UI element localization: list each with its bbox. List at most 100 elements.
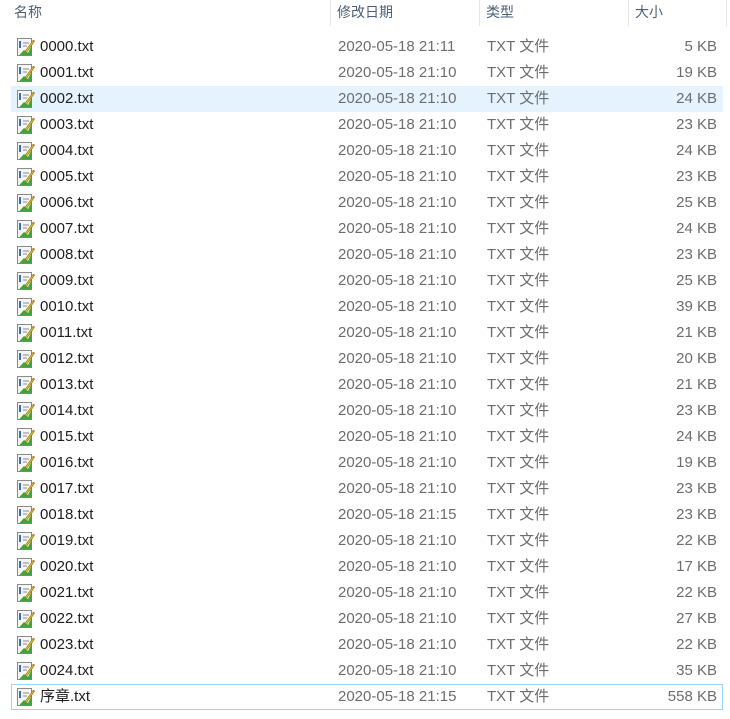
file-name: 0023.txt (40, 636, 94, 653)
file-name: 0014.txt (40, 402, 94, 419)
file-date-modified: 2020-05-18 21:10 (338, 376, 457, 393)
column-header-type[interactable]: 类型 (480, 0, 629, 26)
text-file-icon (15, 219, 35, 239)
file-row[interactable]: 0001.txt 2020-05-18 21:10 TXT 文件 19 KB (11, 60, 723, 86)
file-row[interactable]: 0002.txt 2020-05-18 21:10 TXT 文件 24 KB (11, 86, 723, 112)
text-file-icon (15, 193, 35, 213)
file-date-modified: 2020-05-18 21:10 (338, 194, 457, 211)
file-row[interactable]: 0013.txt 2020-05-18 21:10 TXT 文件 21 KB (11, 372, 723, 398)
file-date-modified: 2020-05-18 21:10 (338, 142, 457, 159)
file-name: 0020.txt (40, 558, 94, 575)
text-file-icon (15, 115, 35, 135)
file-type: TXT 文件 (487, 194, 550, 211)
file-row[interactable]: 0015.txt 2020-05-18 21:10 TXT 文件 24 KB (11, 424, 723, 450)
file-size: 24 KB (676, 428, 717, 445)
file-row[interactable]: 0019.txt 2020-05-18 21:10 TXT 文件 22 KB (11, 528, 723, 554)
file-size: 25 KB (676, 194, 717, 211)
file-date-modified: 2020-05-18 21:10 (338, 454, 457, 471)
text-file-icon (15, 531, 35, 551)
file-row[interactable]: 0008.txt 2020-05-18 21:10 TXT 文件 23 KB (11, 242, 723, 268)
file-row[interactable]: 0000.txt 2020-05-18 21:11 TXT 文件 5 KB (11, 34, 723, 60)
file-size: 24 KB (676, 142, 717, 159)
file-date-modified: 2020-05-18 21:10 (338, 116, 457, 133)
file-date-modified: 2020-05-18 21:10 (338, 168, 457, 185)
text-file-icon (15, 479, 35, 499)
file-size: 35 KB (676, 662, 717, 679)
file-row[interactable]: 0014.txt 2020-05-18 21:10 TXT 文件 23 KB (11, 398, 723, 424)
file-size: 19 KB (676, 64, 717, 81)
file-date-modified: 2020-05-18 21:10 (338, 350, 457, 367)
file-size: 20 KB (676, 350, 717, 367)
text-file-icon (15, 583, 35, 603)
file-size: 23 KB (676, 506, 717, 523)
file-row[interactable]: 0012.txt 2020-05-18 21:10 TXT 文件 20 KB (11, 346, 723, 372)
file-size: 558 KB (667, 688, 717, 705)
file-date-modified: 2020-05-18 21:10 (338, 636, 457, 653)
file-date-modified: 2020-05-18 21:10 (338, 324, 457, 341)
file-name: 0000.txt (40, 38, 94, 55)
file-size: 23 KB (676, 402, 717, 419)
file-size: 22 KB (676, 532, 717, 549)
file-type: TXT 文件 (487, 532, 550, 549)
file-row[interactable]: 0011.txt 2020-05-18 21:10 TXT 文件 21 KB (11, 320, 723, 346)
file-type: TXT 文件 (487, 558, 550, 575)
file-list: 0000.txt 2020-05-18 21:11 TXT 文件 5 KB 0001.t… (0, 34, 730, 710)
file-row[interactable]: 0017.txt 2020-05-18 21:10 TXT 文件 23 KB (11, 476, 723, 502)
file-row[interactable]: 0021.txt 2020-05-18 21:10 TXT 文件 22 KB (11, 580, 723, 606)
file-row[interactable]: 0007.txt 2020-05-18 21:10 TXT 文件 24 KB (11, 216, 723, 242)
file-size: 27 KB (676, 610, 717, 627)
file-name: 0007.txt (40, 220, 94, 237)
file-type: TXT 文件 (487, 688, 550, 705)
text-file-icon (15, 37, 35, 57)
file-row[interactable]: 0005.txt 2020-05-18 21:10 TXT 文件 23 KB (11, 164, 723, 190)
column-header-date-modified[interactable]: 修改日期 (331, 0, 480, 26)
file-type: TXT 文件 (487, 662, 550, 679)
file-row[interactable]: 0024.txt 2020-05-18 21:10 TXT 文件 35 KB (11, 658, 723, 684)
file-date-modified: 2020-05-18 21:10 (338, 532, 457, 549)
file-type: TXT 文件 (487, 350, 550, 367)
file-row[interactable]: 0010.txt 2020-05-18 21:10 TXT 文件 39 KB (11, 294, 723, 320)
file-size: 5 KB (684, 38, 717, 55)
text-file-icon (15, 453, 35, 473)
file-row[interactable]: 0009.txt 2020-05-18 21:10 TXT 文件 25 KB (11, 268, 723, 294)
file-size: 17 KB (676, 558, 717, 575)
file-row[interactable]: 0004.txt 2020-05-18 21:10 TXT 文件 24 KB (11, 138, 723, 164)
file-date-modified: 2020-05-18 21:10 (338, 428, 457, 445)
file-row[interactable]: 0020.txt 2020-05-18 21:10 TXT 文件 17 KB (11, 554, 723, 580)
file-type: TXT 文件 (487, 64, 550, 81)
file-type: TXT 文件 (487, 90, 550, 107)
file-date-modified: 2020-05-18 21:15 (338, 506, 457, 523)
file-type: TXT 文件 (487, 246, 550, 263)
file-name: 0009.txt (40, 272, 94, 289)
file-row[interactable]: 0016.txt 2020-05-18 21:10 TXT 文件 19 KB (11, 450, 723, 476)
column-header-size[interactable]: 大小 (629, 0, 727, 26)
file-name: 0002.txt (40, 90, 94, 107)
file-name: 0022.txt (40, 610, 94, 627)
text-file-icon (15, 323, 35, 343)
file-date-modified: 2020-05-18 21:10 (338, 298, 457, 315)
text-file-icon (15, 271, 35, 291)
file-date-modified: 2020-05-18 21:10 (338, 610, 457, 627)
file-type: TXT 文件 (487, 168, 550, 185)
file-name: 0001.txt (40, 64, 94, 81)
file-date-modified: 2020-05-18 21:10 (338, 64, 457, 81)
file-name: 0021.txt (40, 584, 94, 601)
column-header-name[interactable]: 名称 (0, 0, 331, 26)
text-file-icon (15, 505, 35, 525)
file-type: TXT 文件 (487, 298, 550, 315)
file-size: 22 KB (676, 636, 717, 653)
text-file-icon (15, 297, 35, 317)
file-date-modified: 2020-05-18 21:10 (338, 402, 457, 419)
file-name: 0006.txt (40, 194, 94, 211)
file-size: 25 KB (676, 272, 717, 289)
file-row[interactable]: 0003.txt 2020-05-18 21:10 TXT 文件 23 KB (11, 112, 723, 138)
file-row[interactable]: 序章.txt 2020-05-18 21:15 TXT 文件 558 KB (11, 684, 723, 710)
file-row[interactable]: 0022.txt 2020-05-18 21:10 TXT 文件 27 KB (11, 606, 723, 632)
file-row[interactable]: 0006.txt 2020-05-18 21:10 TXT 文件 25 KB (11, 190, 723, 216)
file-row[interactable]: 0023.txt 2020-05-18 21:10 TXT 文件 22 KB (11, 632, 723, 658)
file-date-modified: 2020-05-18 21:10 (338, 246, 457, 263)
file-type: TXT 文件 (487, 402, 550, 419)
file-name: 0018.txt (40, 506, 94, 523)
file-row[interactable]: 0018.txt 2020-05-18 21:15 TXT 文件 23 KB (11, 502, 723, 528)
file-name: 0016.txt (40, 454, 94, 471)
